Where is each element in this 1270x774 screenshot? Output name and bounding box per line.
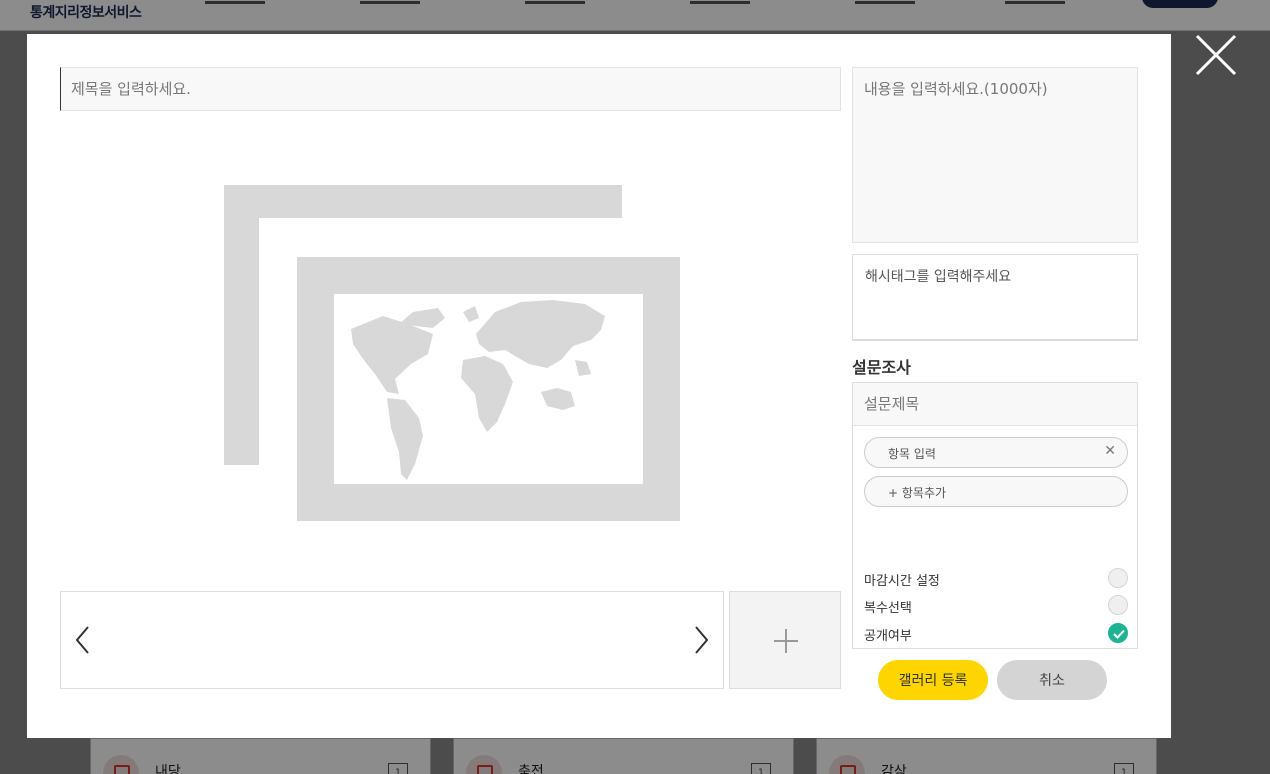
survey-box: 항목 입력 ✕ + 항목추가 마감시간 설정 복수선택 공개여부: [852, 382, 1138, 649]
thumbnail-strip: [60, 591, 724, 689]
hashtag-textarea[interactable]: [852, 254, 1138, 341]
setting-label: 복수선택: [864, 601, 912, 616]
plus-icon: [774, 629, 798, 653]
survey-option-input[interactable]: 항목 입력 ✕: [864, 437, 1128, 468]
close-icon[interactable]: [1194, 34, 1238, 76]
title-input[interactable]: [60, 67, 841, 111]
deadline-toggle[interactable]: [1108, 568, 1128, 588]
survey-title-input[interactable]: [853, 383, 1137, 426]
survey-heading: 설문조사: [852, 358, 911, 377]
add-option-button[interactable]: + 항목추가: [864, 476, 1128, 507]
register-gallery-button[interactable]: 갤러리 등록: [878, 660, 988, 700]
setting-public: 공개여부: [864, 623, 1128, 644]
chevron-left-icon[interactable]: [73, 624, 93, 656]
check-icon: [1113, 629, 1125, 639]
survey-option-label: 항목 입력: [888, 447, 936, 461]
setting-deadline: 마감시간 설정: [864, 568, 1128, 589]
gallery-register-modal: 설문조사 항목 입력 ✕ + 항목추가 마감시간 설정 복수선택 공개여부 갤러: [27, 34, 1171, 738]
multiple-choice-toggle[interactable]: [1108, 595, 1128, 615]
add-image-button[interactable]: [729, 591, 841, 689]
setting-label: 마감시간 설정: [864, 574, 940, 589]
content-textarea[interactable]: [852, 67, 1138, 243]
chevron-right-icon[interactable]: [691, 624, 711, 656]
remove-option-icon[interactable]: ✕: [1104, 443, 1116, 459]
cancel-button[interactable]: 취소: [997, 660, 1107, 700]
setting-multiple-choice: 복수선택: [864, 595, 1128, 616]
setting-label: 공개여부: [864, 629, 912, 644]
image-placeholder-icon: [223, 184, 681, 522]
add-option-label: + 항목추가: [888, 486, 947, 500]
public-toggle[interactable]: [1108, 623, 1128, 643]
